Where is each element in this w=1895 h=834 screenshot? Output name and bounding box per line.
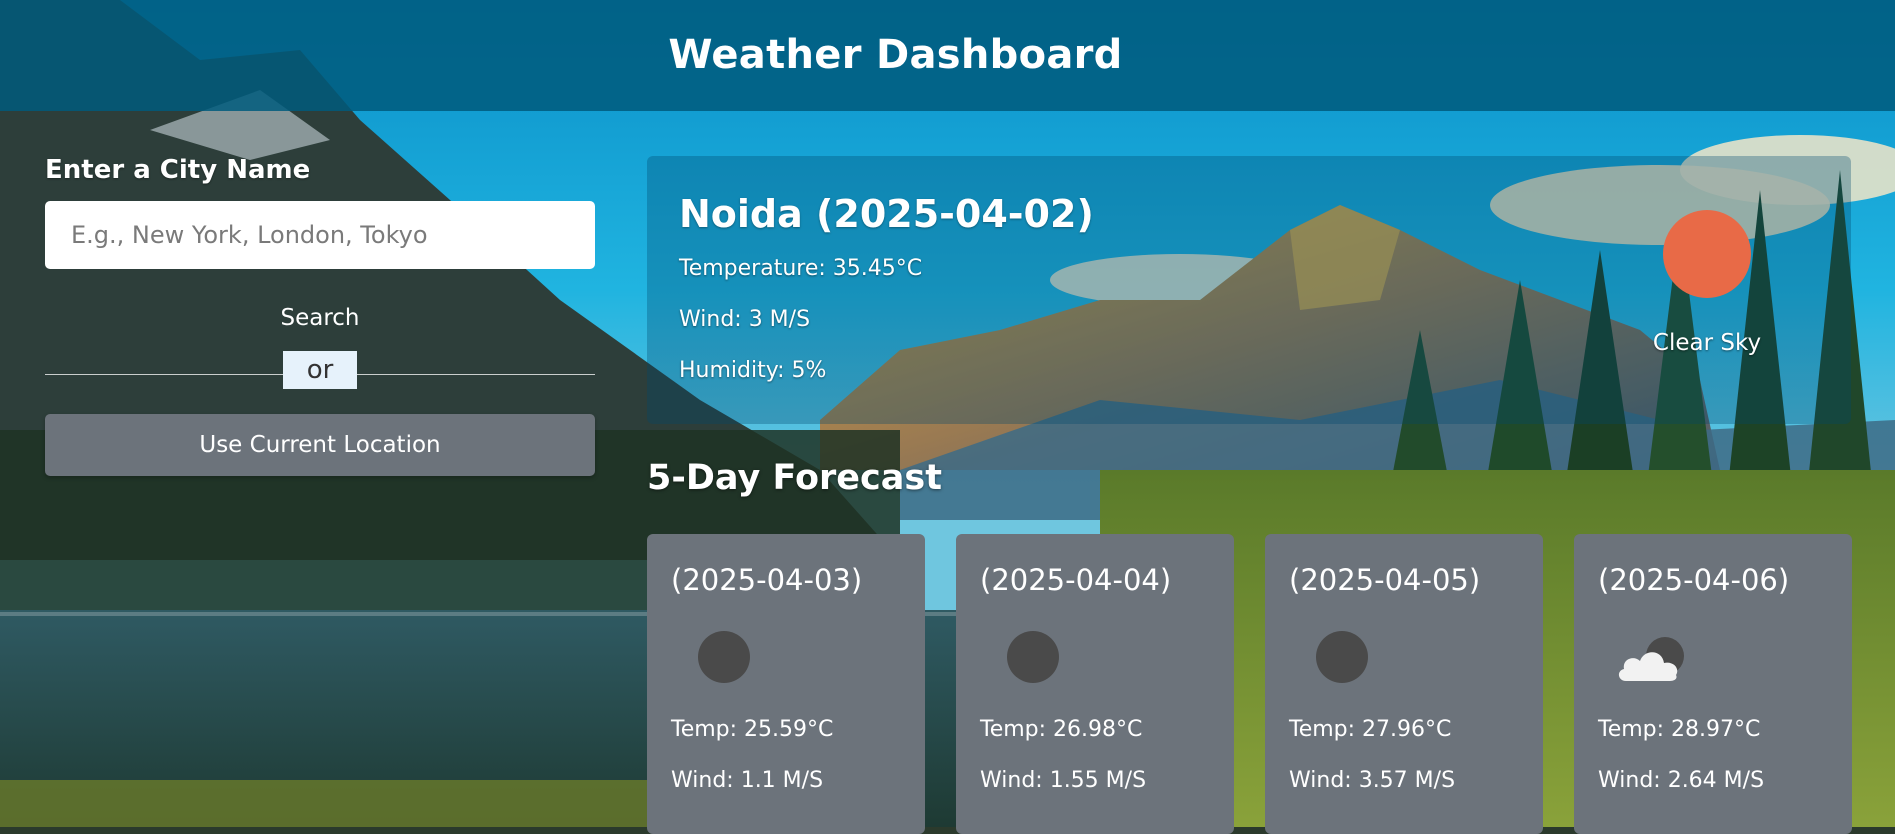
or-divider: or xyxy=(45,351,595,391)
forecast-wind: Wind: 1.55 M/S xyxy=(980,768,1147,793)
current-weather-icon-group: Clear Sky xyxy=(1639,210,1775,356)
city-input-label: Enter a City Name xyxy=(45,155,311,185)
app-header: Weather Dashboard xyxy=(0,0,1895,111)
forecast-wind: Wind: 1.1 M/S xyxy=(671,768,824,793)
divider-or-label: or xyxy=(283,351,357,389)
forecast-cards: (2025-04-03) Temp: 25.59°C Wind: 1.1 M/S… xyxy=(647,534,1852,834)
search-button[interactable]: Search xyxy=(265,305,375,331)
forecast-heading: 5-Day Forecast xyxy=(647,458,942,498)
current-weather-card: Noida (2025-04-02) Temperature: 35.45°C … xyxy=(647,156,1851,424)
forecast-wind: Wind: 3.57 M/S xyxy=(1289,768,1456,793)
clear-sky-sun-icon xyxy=(1663,210,1751,298)
moon-icon xyxy=(1007,631,1059,683)
forecast-wind: Wind: 2.64 M/S xyxy=(1598,768,1765,793)
page-title: Weather Dashboard xyxy=(668,31,1123,78)
search-panel: Enter a City Name Search or Use Current … xyxy=(45,155,595,476)
forecast-card: (2025-04-06) Temp: 28.97°C Wind: 2.64 M/… xyxy=(1574,534,1852,834)
forecast-date: (2025-04-04) xyxy=(980,563,1172,597)
partly-cloudy-night-icon xyxy=(1598,631,1828,683)
forecast-card: (2025-04-03) Temp: 25.59°C Wind: 1.1 M/S xyxy=(647,534,925,834)
current-condition: Clear Sky xyxy=(1652,330,1762,356)
use-current-location-button[interactable]: Use Current Location xyxy=(45,414,595,476)
moon-icon xyxy=(1316,631,1368,683)
forecast-date: (2025-04-06) xyxy=(1598,563,1790,597)
forecast-temp: Temp: 27.96°C xyxy=(1289,717,1452,742)
cloud-icon xyxy=(1618,652,1678,681)
forecast-date: (2025-04-03) xyxy=(671,563,863,597)
forecast-temp: Temp: 25.59°C xyxy=(671,717,834,742)
forecast-card: (2025-04-05) Temp: 27.96°C Wind: 3.57 M/… xyxy=(1265,534,1543,834)
forecast-temp: Temp: 26.98°C xyxy=(980,717,1143,742)
moon-icon xyxy=(698,631,750,683)
forecast-temp: Temp: 28.97°C xyxy=(1598,717,1761,742)
forecast-date: (2025-04-05) xyxy=(1289,563,1481,597)
current-humidity: Humidity: 5% xyxy=(679,358,827,383)
forecast-card: (2025-04-04) Temp: 26.98°C Wind: 1.55 M/… xyxy=(956,534,1234,834)
city-search-input[interactable] xyxy=(45,201,595,269)
